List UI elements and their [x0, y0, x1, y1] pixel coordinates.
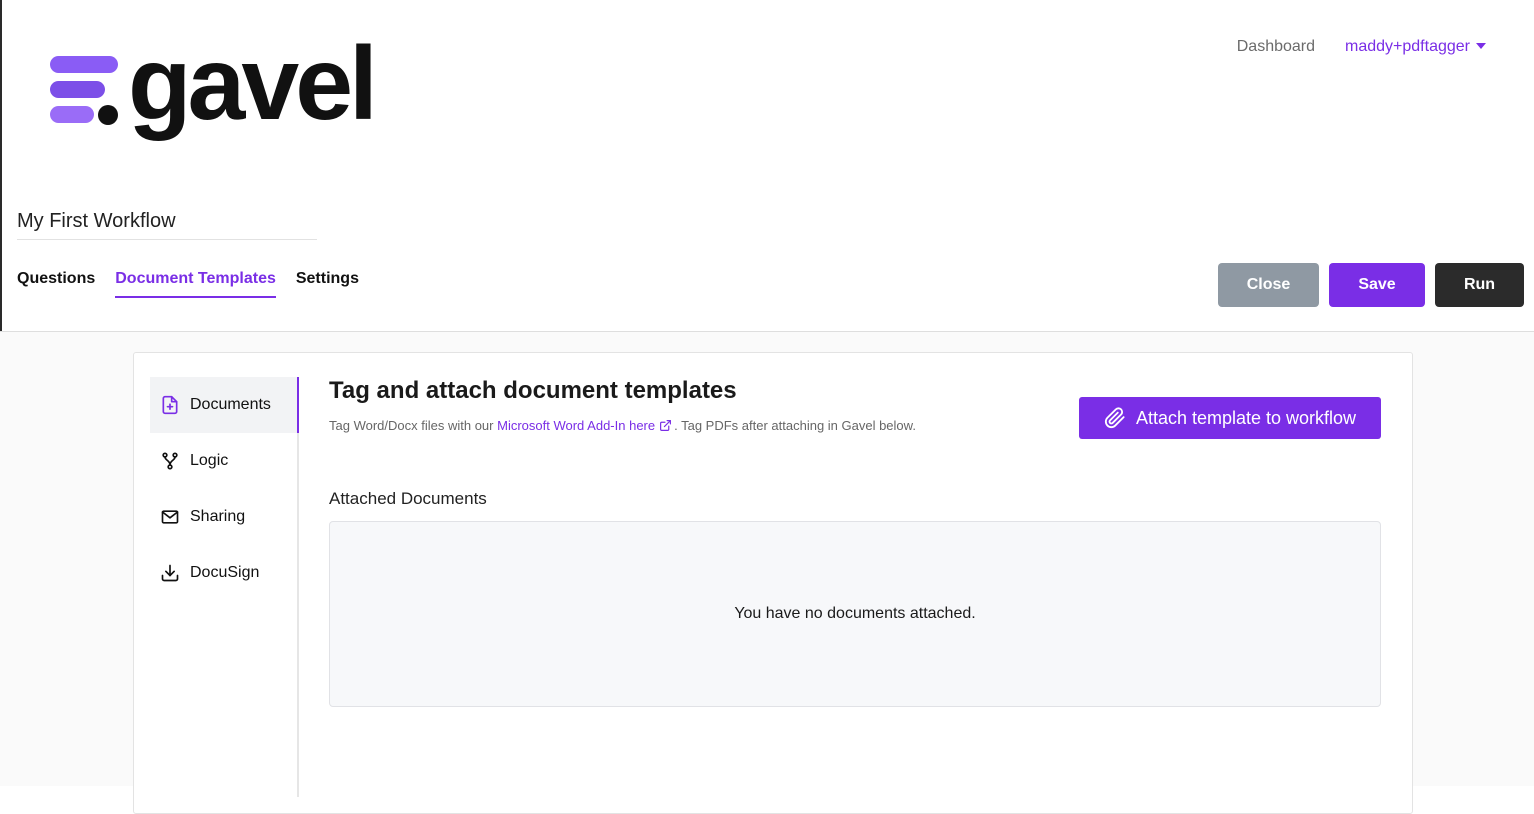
tab-questions[interactable]: Questions: [17, 270, 95, 298]
subtitle-prefix: Tag Word/Docx files with our: [329, 417, 498, 433]
gavel-logo[interactable]: gavel: [50, 32, 378, 136]
download-icon: [161, 564, 179, 582]
tab-bar: Questions Document Templates Settings: [17, 270, 359, 298]
side-nav: Documents Logic Sharing DocuSign: [150, 377, 299, 797]
sidenav-label: Documents: [190, 396, 271, 413]
sidenav-item-docusign[interactable]: DocuSign: [150, 545, 297, 601]
close-button[interactable]: Close: [1218, 263, 1319, 307]
file-plus-icon: [162, 395, 178, 415]
attach-template-button[interactable]: Attach template to workflow: [1079, 397, 1381, 439]
action-buttons: Close Save Run: [1218, 263, 1524, 307]
external-link-icon[interactable]: [659, 419, 672, 432]
save-button[interactable]: Save: [1329, 263, 1425, 307]
templates-card: Documents Logic Sharing DocuSign Tag and…: [133, 352, 1413, 814]
attach-button-label: Attach template to workflow: [1135, 407, 1357, 428]
attached-documents-empty-state: You have no documents attached.: [329, 521, 1381, 707]
sidenav-label: DocuSign: [190, 564, 260, 581]
tab-document-templates[interactable]: Document Templates: [115, 270, 276, 298]
mail-icon: [161, 510, 179, 524]
sidenav-item-sharing[interactable]: Sharing: [150, 489, 297, 545]
attached-documents-label: Attached Documents: [329, 489, 487, 508]
sidenav-label: Sharing: [190, 508, 246, 525]
sidenav-label: Logic: [190, 452, 229, 469]
branch-icon: [162, 452, 178, 470]
subtitle-suffix: . Tag PDFs after attaching in Gavel belo…: [674, 417, 916, 433]
sidenav-item-logic[interactable]: Logic: [150, 433, 297, 489]
empty-message: You have no documents attached.: [734, 605, 976, 622]
sidenav-item-documents[interactable]: Documents: [150, 377, 299, 433]
word-addin-link[interactable]: Microsoft Word Add-In here: [497, 418, 655, 433]
run-button[interactable]: Run: [1435, 263, 1524, 307]
workflow-title-input[interactable]: My First Workflow: [17, 210, 317, 240]
caret-down-icon: [1476, 43, 1486, 49]
top-nav: Dashboard maddy+pdftagger: [1237, 38, 1486, 56]
logo-wordmark: gavel: [128, 26, 378, 142]
dashboard-link[interactable]: Dashboard: [1237, 38, 1315, 56]
user-name: maddy+pdftagger: [1345, 38, 1470, 55]
user-menu[interactable]: maddy+pdftagger: [1345, 38, 1486, 56]
logo-mark-icon: [50, 54, 120, 126]
paperclip-icon: [1104, 407, 1125, 429]
content-area: Tag and attach document templates Tag Wo…: [329, 377, 1381, 707]
tab-settings[interactable]: Settings: [296, 270, 359, 298]
